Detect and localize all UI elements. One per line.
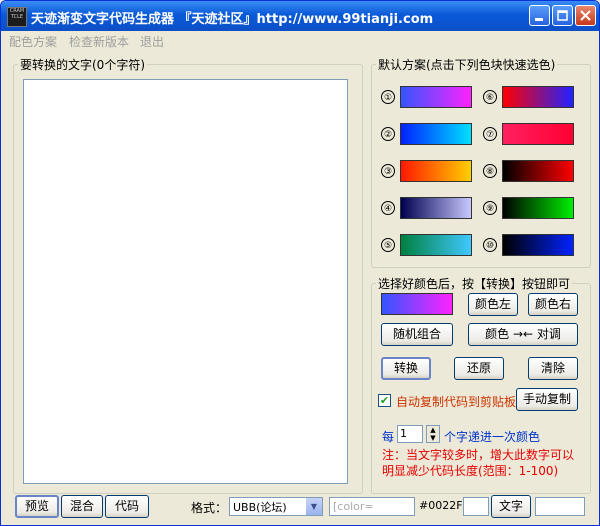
scheme-number-6: ⑥ (483, 90, 497, 104)
maximize-icon (557, 10, 568, 21)
close-icon (580, 10, 591, 21)
scheme-swatch-6[interactable] (502, 86, 574, 108)
checkmark-icon: ✔ (379, 394, 390, 407)
format-select-value: UBB(论坛) (233, 501, 287, 514)
scheme-swatch-7[interactable] (502, 123, 574, 145)
scheme-swatch-8[interactable] (502, 160, 574, 182)
scheme-swatch-1[interactable] (400, 86, 472, 108)
manual-copy-button[interactable]: 手动复制 (516, 388, 578, 411)
scheme-number-5: ⑤ (381, 238, 395, 252)
color-mini-field[interactable] (463, 497, 489, 516)
app-window: CRAM TCLE 天迹渐变文字代码生成器 『天迹社区』http://www.99… (0, 0, 600, 526)
convert-button[interactable]: 转换 (381, 357, 431, 380)
step-input[interactable]: 1 (397, 425, 423, 443)
scheme-swatch-9[interactable] (502, 197, 574, 219)
scheme-number-1: ① (381, 90, 395, 104)
current-color-value: #0022FF (419, 499, 469, 512)
menu-exit[interactable]: 退出 (140, 33, 164, 50)
code-snippet-field[interactable]: [color= (329, 497, 415, 516)
spin-down-icon[interactable]: ▼ (427, 434, 439, 442)
window-title: 天迹渐变文字代码生成器 『天迹社区』http://www.99tianji.co… (31, 12, 434, 27)
color-right-button[interactable]: 颜色右 (528, 293, 578, 316)
tab-mix[interactable]: 混合 (61, 495, 103, 518)
scheme-number-3: ③ (381, 164, 395, 178)
scheme-number-2: ② (381, 127, 395, 141)
minimize-button[interactable] (529, 5, 550, 26)
scheme-swatch-2[interactable] (400, 123, 472, 145)
controls-legend: 选择好颜色后，按【转换】按钮即可 (378, 277, 571, 291)
restore-button[interactable]: 还原 (454, 357, 504, 380)
maximize-button[interactable] (552, 5, 573, 26)
menu-check-update[interactable]: 检查新版本 (69, 33, 129, 50)
step-spinner[interactable]: ▲ ▼ (426, 425, 440, 443)
step-prefix: 每 (382, 430, 395, 444)
scheme-swatch-5[interactable] (400, 234, 472, 256)
random-combo-button[interactable]: 随机组合 (381, 323, 453, 346)
text-button[interactable]: 文字 (491, 495, 531, 518)
menu-color-scheme[interactable]: 配色方案 (9, 33, 57, 50)
scheme-number-9: ⑨ (483, 201, 497, 215)
close-button[interactable] (575, 5, 596, 26)
chevron-down-icon[interactable]: ▼ (306, 498, 322, 515)
swap-colors-button[interactable]: 颜色 →← 对调 (468, 323, 578, 346)
scheme-number-7: ⑦ (483, 127, 497, 141)
scheme-number-10: ⑩ (483, 238, 497, 252)
tab-preview[interactable]: 预览 (15, 495, 59, 518)
scheme-number-8: ⑧ (483, 164, 497, 178)
scheme-swatch-4[interactable] (400, 197, 472, 219)
auto-copy-label: 自动复制代码到剪贴板 (396, 395, 517, 409)
title-bar: CRAM TCLE 天迹渐变文字代码生成器 『天迹社区』http://www.99… (1, 1, 599, 31)
text-panel-legend: 要转换的文字(0个字符) (20, 58, 145, 72)
source-text-area[interactable] (23, 79, 348, 484)
color-left-button[interactable]: 颜色左 (468, 293, 518, 316)
length-note: 注：当文字较多时，增大此数字可以明显减少代码长度(范围：1-100) (382, 448, 575, 478)
menu-bar: 配色方案 检查新版本 退出 (1, 31, 599, 49)
format-select[interactable]: UBB(论坛) ▼ (229, 497, 323, 516)
tab-code[interactable]: 代码 (105, 495, 149, 518)
current-gradient-preview[interactable] (381, 293, 453, 315)
extra-field[interactable] (535, 497, 585, 516)
clear-button[interactable]: 清除 (528, 357, 578, 380)
step-suffix: 个字递进一次颜色 (444, 430, 541, 444)
schemes-legend: 默认方案(点击下列色块快速选色) (378, 58, 556, 72)
app-icon: CRAM TCLE (7, 7, 27, 27)
format-label: 格式： (191, 501, 228, 515)
scheme-swatch-3[interactable] (400, 160, 472, 182)
scheme-swatch-10[interactable] (502, 234, 574, 256)
scheme-number-4: ④ (381, 201, 395, 215)
auto-copy-checkbox[interactable]: ✔ (378, 394, 391, 407)
spin-up-icon[interactable]: ▲ (427, 426, 439, 434)
minimize-icon (535, 18, 543, 21)
